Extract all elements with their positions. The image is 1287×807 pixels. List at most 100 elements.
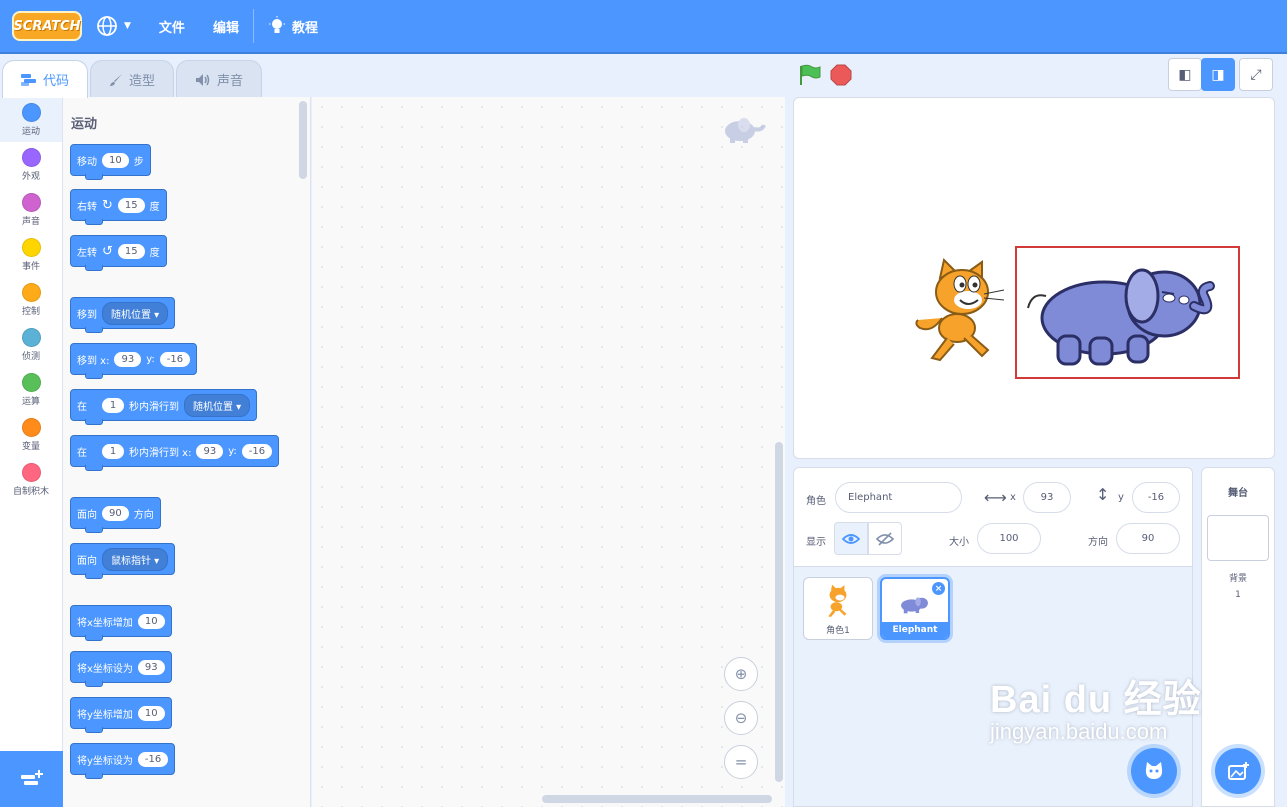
block-text: 左转 (77, 247, 97, 259)
sprite-thumb-elephant[interactable]: × Elephant (880, 577, 950, 640)
category-variables[interactable]: 变量 (0, 412, 62, 457)
normal-stage-button[interactable]: ◨ (1201, 58, 1235, 91)
category-dot (21, 237, 41, 257)
glide-block[interactable]: 在 1 秒内滑行到 随机位置 ▾ (70, 389, 258, 425)
palette-scrollbar[interactable] (299, 101, 307, 179)
tab-sounds[interactable]: 声音 (176, 60, 263, 98)
menu-bar: SCRATCH ▼ 文件 编辑 教程 (0, 0, 1287, 54)
direction-input[interactable]: 90 (1116, 523, 1180, 554)
tab-code-label: 代码 (43, 74, 70, 89)
change-x-input[interactable]: 10 (137, 613, 165, 629)
point-direction-block[interactable]: 面向 90 方向 (70, 497, 161, 533)
rotate-left-icon: ↺ (102, 243, 113, 259)
block-text: 度 (149, 247, 160, 259)
scratch-logo[interactable]: SCRATCH (12, 11, 82, 41)
block-text: 秒内滑行到 x: (129, 447, 192, 459)
category-label: 事件 (21, 261, 40, 272)
workspace-vertical-scrollbar[interactable] (775, 442, 783, 782)
sprite-name-input[interactable]: Elephant (835, 482, 962, 513)
degrees-input[interactable]: 15 (117, 243, 145, 259)
choose-backdrop-button[interactable] (1215, 748, 1261, 794)
move-steps-block[interactable]: 移动 10 步 (70, 144, 151, 180)
glide-xy-block[interactable]: 在 1 秒内滑行到 x: 93 y: -16 (70, 435, 280, 471)
x-position-input[interactable]: 93 (1023, 482, 1071, 513)
set-x-block[interactable]: 将x坐标设为 93 (70, 651, 172, 687)
stop-icon[interactable] (830, 64, 852, 86)
workspace-horizontal-scrollbar[interactable] (542, 795, 772, 803)
change-x-block[interactable]: 将x坐标增加 10 (70, 605, 172, 641)
turn-right-block[interactable]: 右转 ↻ 15 度 (70, 189, 167, 225)
elephant-thumbnail (901, 597, 928, 614)
change-y-block[interactable]: 将y坐标增加 10 (70, 697, 172, 733)
language-menu[interactable]: ▼ (82, 0, 145, 53)
code-icon (21, 73, 36, 86)
steps-input[interactable]: 10 (102, 152, 129, 168)
category-dot (21, 372, 41, 392)
goto-block[interactable]: 移到 随机位置 ▾ (70, 297, 176, 333)
tutorials-menu[interactable]: 教程 (254, 0, 332, 53)
change-y-input[interactable]: 10 (137, 705, 165, 721)
lightbulb-icon (268, 16, 285, 33)
edit-menu[interactable]: 编辑 (199, 0, 253, 53)
small-stage-button[interactable]: ◧ (1168, 58, 1202, 91)
rotate-right-icon: ↻ (102, 197, 113, 213)
set-y-block[interactable]: 将y坐标设为 -16 (70, 743, 176, 779)
glide-target-dropdown[interactable]: 随机位置 ▾ (184, 393, 251, 417)
block-text: 步 (133, 156, 144, 168)
block-text: 在 (77, 401, 87, 413)
category-control[interactable]: 控制 (0, 277, 62, 322)
sprite-thumb-cat[interactable]: 角色1 (803, 577, 873, 640)
secs-input[interactable]: 1 (102, 397, 124, 413)
turn-left-block[interactable]: 左转 ↺ 15 度 (70, 235, 167, 271)
delete-sprite-icon[interactable]: × (932, 582, 945, 595)
editor-tabs: 代码 造型 声音 (0, 60, 263, 98)
x-input[interactable]: 93 (196, 443, 224, 459)
size-input[interactable]: 100 (977, 523, 1041, 554)
choose-sprite-button[interactable] (1131, 748, 1177, 794)
stage-canvas[interactable] (793, 97, 1275, 459)
hide-sprite-button[interactable] (868, 522, 902, 555)
green-flag-icon[interactable] (798, 64, 822, 86)
backdrops-label: 背景 (1228, 574, 1247, 584)
direction-input[interactable]: 90 (102, 505, 129, 521)
file-menu[interactable]: 文件 (145, 0, 199, 53)
code-workspace[interactable]: ⊕ ⊖ = (312, 97, 785, 807)
set-x-input[interactable]: 93 (137, 659, 165, 675)
tab-costumes[interactable]: 造型 (90, 60, 175, 98)
block-text: 面向 (77, 555, 97, 567)
show-sprite-button[interactable] (834, 522, 868, 555)
zoom-in-button[interactable]: ⊕ (724, 657, 758, 691)
set-y-input[interactable]: -16 (137, 751, 169, 767)
category-dot (21, 192, 41, 212)
towards-target-dropdown[interactable]: 鼠标指针 ▾ (102, 547, 169, 571)
fullscreen-button[interactable]: ⤢ (1239, 58, 1273, 91)
cat-thumbnail (828, 584, 847, 618)
degrees-input[interactable]: 15 (117, 197, 145, 213)
category-operators[interactable]: 运算 (0, 367, 62, 412)
cat-sprite[interactable] (912, 258, 1012, 363)
y-input[interactable]: -16 (159, 351, 191, 367)
category-dot (21, 327, 41, 347)
block-text: 度 (149, 201, 160, 213)
tab-code[interactable]: 代码 (2, 60, 89, 98)
goto-xy-block[interactable]: 移到 x: 93 y: -16 (70, 343, 198, 379)
category-sensing[interactable]: 侦测 (0, 322, 62, 367)
add-extension-icon (20, 770, 43, 785)
x-input[interactable]: 93 (114, 351, 142, 367)
add-extension-button[interactable] (0, 751, 63, 807)
y-position-input[interactable]: -16 (1132, 482, 1180, 513)
backdrop-thumbnail[interactable] (1207, 515, 1269, 561)
category-sound[interactable]: 声音 (0, 187, 62, 232)
category-looks[interactable]: 外观 (0, 142, 62, 187)
goto-target-dropdown[interactable]: 随机位置 ▾ (102, 301, 169, 325)
zoom-out-button[interactable]: ⊖ (724, 701, 758, 735)
zoom-reset-button[interactable]: = (724, 745, 758, 779)
category-motion[interactable]: 运动 (0, 97, 62, 142)
category-dot (21, 462, 41, 482)
secs-input[interactable]: 1 (102, 443, 124, 459)
block-text: 秒内滑行到 (129, 401, 179, 413)
category-events[interactable]: 事件 (0, 232, 62, 277)
y-input[interactable]: -16 (241, 443, 273, 459)
point-towards-block[interactable]: 面向 鼠标指针 ▾ (70, 543, 176, 579)
category-my-blocks[interactable]: 自制积木 (0, 457, 62, 502)
